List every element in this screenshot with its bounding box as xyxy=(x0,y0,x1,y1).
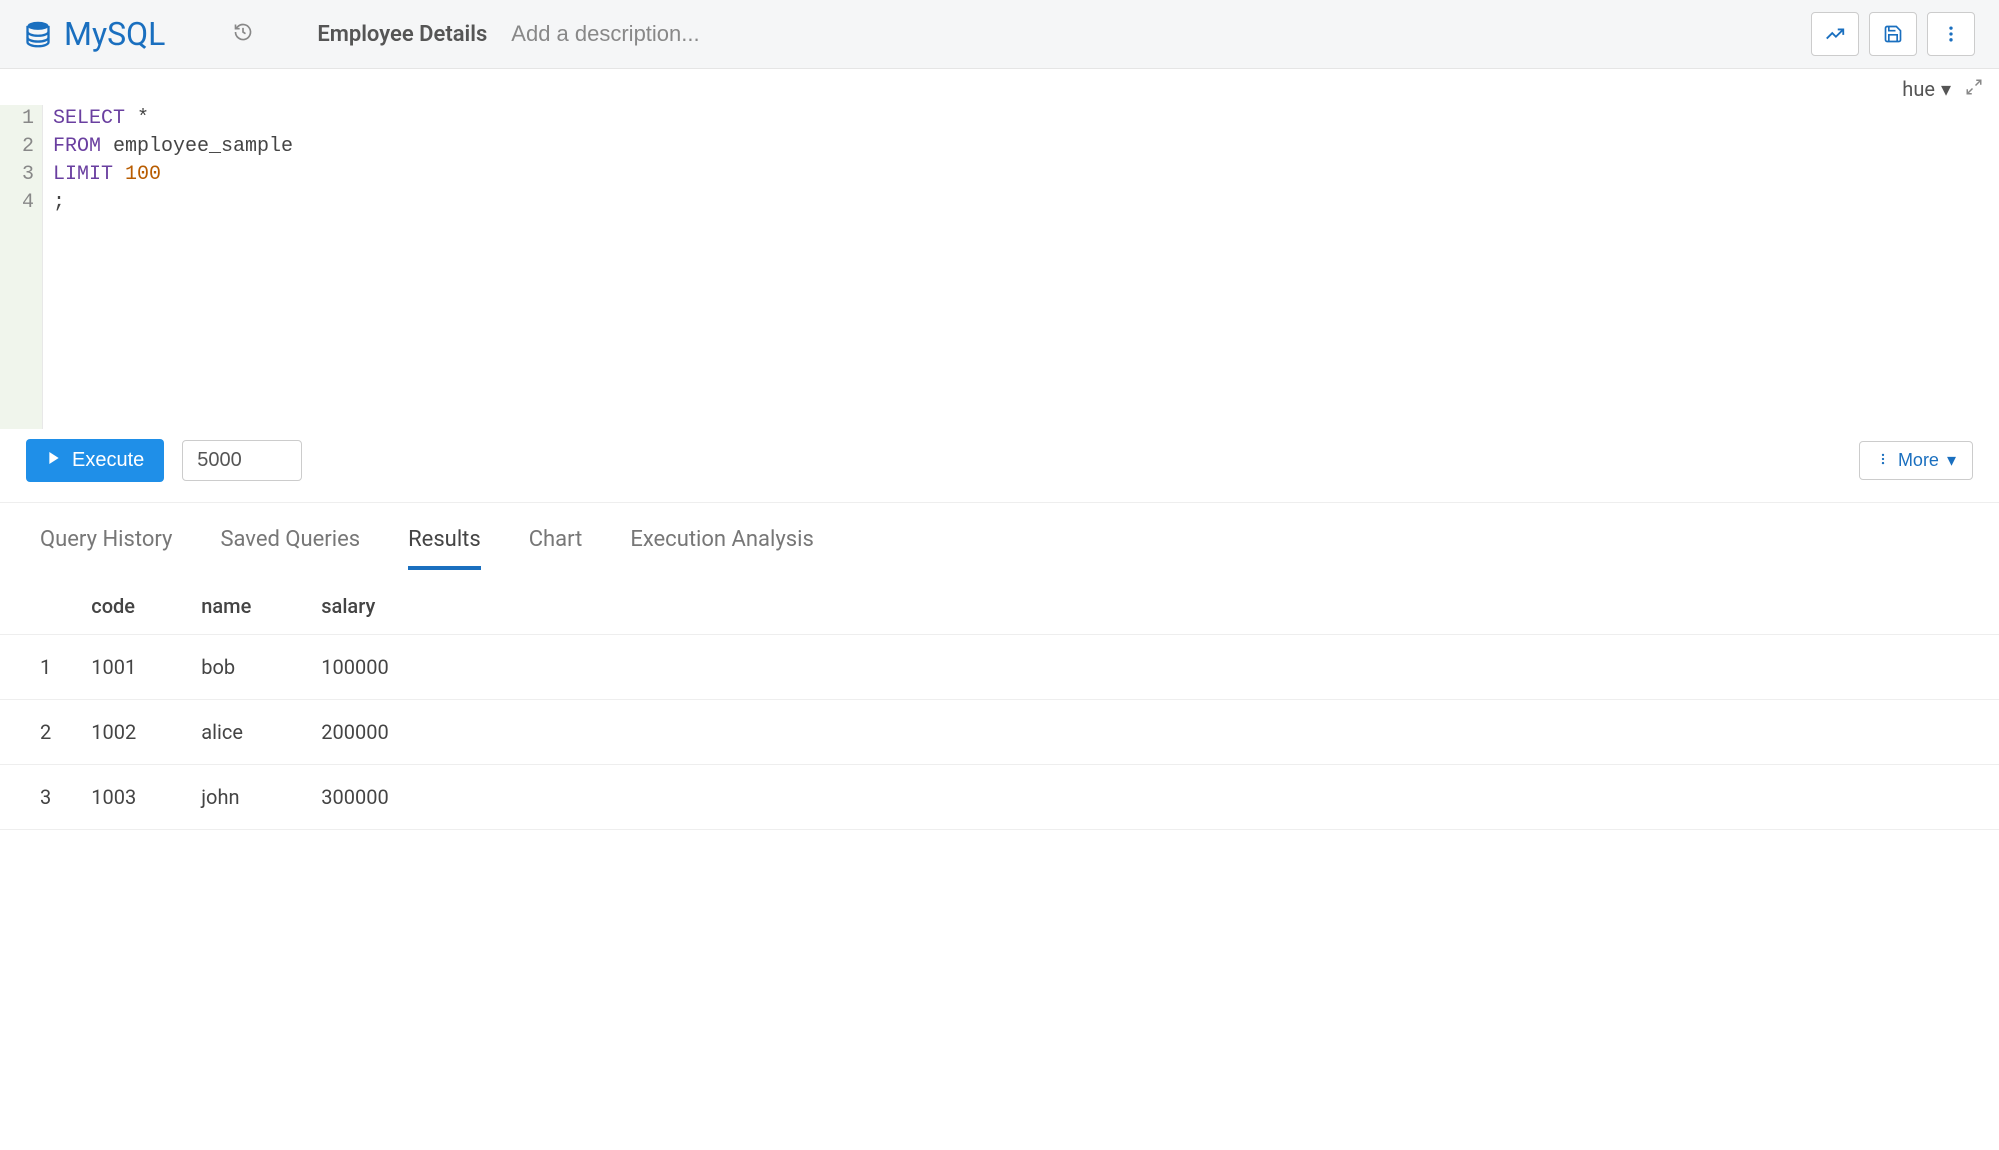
tab-chart[interactable]: Chart xyxy=(529,527,583,570)
table-row[interactable]: 11001bob100000 xyxy=(0,635,1999,700)
table-cell: 1003 xyxy=(71,765,181,830)
more-button[interactable]: More ▾ xyxy=(1859,441,1973,480)
table-cell: 3 xyxy=(0,765,71,830)
code-editor[interactable]: 1234 SELECT *FROM employee_sampleLIMIT 1… xyxy=(0,69,1999,429)
history-icon[interactable] xyxy=(233,22,253,47)
line-gutter: 1234 xyxy=(0,105,43,429)
column-header[interactable]: name xyxy=(181,578,301,635)
execute-button[interactable]: Execute xyxy=(26,439,164,482)
results-table: codenamesalary 11001bob10000021002alice2… xyxy=(0,578,1999,830)
editor-area: hue ▾ 1234 SELECT *FROM employee_sampleL… xyxy=(0,69,1999,429)
code-content[interactable]: SELECT *FROM employee_sampleLIMIT 100; xyxy=(43,105,293,429)
db-name-label: MySQL xyxy=(64,15,165,53)
caret-down-icon: ▾ xyxy=(1941,77,1951,101)
tab-saved-queries[interactable]: Saved Queries xyxy=(220,527,360,570)
table-row[interactable]: 21002alice200000 xyxy=(0,700,1999,765)
result-tabs: Query History Saved Queries Results Chart Ex… xyxy=(0,503,1999,570)
editor-mode-label[interactable]: hue ▾ xyxy=(1902,77,1983,101)
header-bar: MySQL Employee Details xyxy=(0,0,1999,69)
more-options-button[interactable] xyxy=(1927,12,1975,56)
header-actions xyxy=(1811,12,1975,56)
table-cell: 1002 xyxy=(71,700,181,765)
table-body: 11001bob10000021002alice20000031003john3… xyxy=(0,635,1999,830)
table-cell: 300000 xyxy=(301,765,1999,830)
table-cell: john xyxy=(181,765,301,830)
play-icon xyxy=(46,449,62,472)
chart-button[interactable] xyxy=(1811,12,1859,56)
table-header-row: codenamesalary xyxy=(0,578,1999,635)
tab-query-history[interactable]: Query History xyxy=(40,527,172,570)
table-cell: 200000 xyxy=(301,700,1999,765)
table-cell: 1001 xyxy=(71,635,181,700)
limit-input[interactable] xyxy=(182,440,302,481)
table-cell: 2 xyxy=(0,700,71,765)
column-header[interactable]: salary xyxy=(301,578,1999,635)
table-row[interactable]: 31003john300000 xyxy=(0,765,1999,830)
table-cell: bob xyxy=(181,635,301,700)
expand-icon[interactable] xyxy=(1965,77,1983,101)
table-cell: 1 xyxy=(0,635,71,700)
description-input[interactable] xyxy=(511,21,811,47)
column-header[interactable]: code xyxy=(71,578,181,635)
table-cell: alice xyxy=(181,700,301,765)
more-dots-icon xyxy=(1876,450,1890,471)
table-cell: 100000 xyxy=(301,635,1999,700)
column-header[interactable] xyxy=(0,578,71,635)
tab-results[interactable]: Results xyxy=(408,527,481,570)
database-icon xyxy=(24,20,52,48)
controls-bar: Execute More ▾ xyxy=(0,429,1999,503)
tab-execution-analysis[interactable]: Execution Analysis xyxy=(630,527,814,570)
title-section: Employee Details xyxy=(317,21,811,47)
logo-section: MySQL xyxy=(24,15,253,53)
save-button[interactable] xyxy=(1869,12,1917,56)
caret-down-icon: ▾ xyxy=(1947,450,1956,471)
query-title[interactable]: Employee Details xyxy=(317,22,487,47)
